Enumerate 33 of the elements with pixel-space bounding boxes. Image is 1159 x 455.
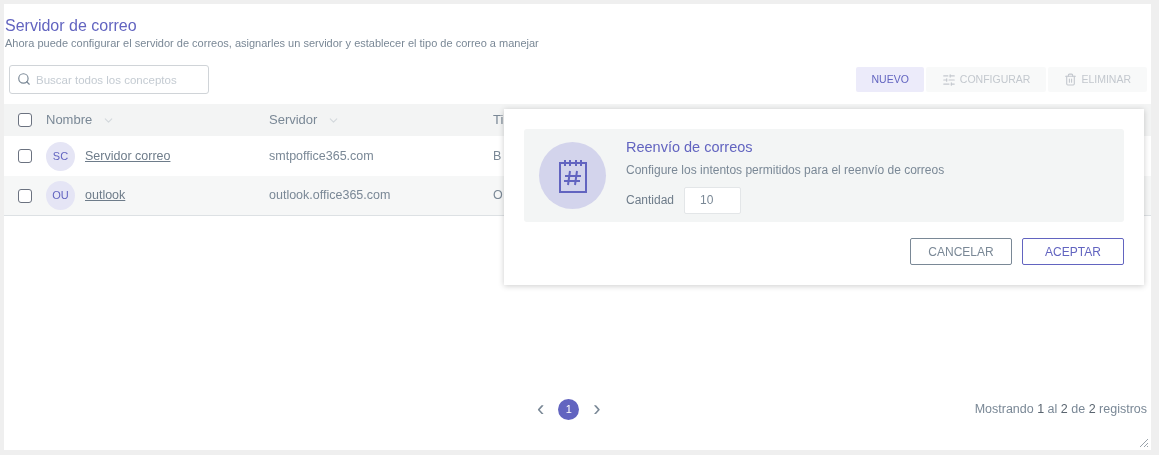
column-header[interactable]: Nombre — [46, 110, 93, 130]
popover-title: Reenvío de correos — [626, 137, 754, 156]
previous-page-button[interactable]: ‹ — [537, 399, 545, 419]
resize-handle-icon — [1137, 436, 1149, 448]
quantity-field[interactable]: 10 — [684, 186, 742, 214]
search-icon — [17, 72, 31, 86]
column-header[interactable]: Ti — [493, 110, 504, 130]
table-cell-text: smtpoffice365.com — [269, 147, 375, 165]
name-link[interactable]: Servidor correo — [85, 146, 171, 166]
search-field[interactable]: Buscar todos los conceptos — [9, 65, 209, 94]
page-subtitle: Ahora puede configurar el servidor de correos, asignarles un servidor y establecer el tipo de correo a manejar — [5, 36, 540, 50]
cancel-button[interactable]: CANCELAR — [910, 238, 1012, 265]
field-label: Cantidad — [626, 192, 675, 209]
avatar: SC — [46, 141, 75, 171]
table-cell-text: B — [493, 147, 503, 165]
table-cell-text: outlook.office365.com — [269, 187, 392, 205]
popover-description: Configure los intentos permitidos para el reenvío de correos — [626, 161, 945, 179]
sliders-icon — [941, 72, 956, 87]
page-title: Servidor de correo — [5, 16, 138, 36]
table-cell-text: O — [493, 187, 504, 205]
avatar: OU — [46, 181, 75, 210]
next-page-button[interactable]: › — [593, 399, 601, 419]
checkbox[interactable] — [18, 188, 32, 203]
notepad-hash-icon — [557, 157, 588, 194]
column-header[interactable]: Servidor — [269, 110, 318, 130]
new-button[interactable]: NUEVO — [856, 67, 924, 92]
trash-icon — [1064, 73, 1078, 86]
page-button[interactable]: 1 — [558, 398, 580, 420]
checkbox[interactable] — [18, 113, 32, 127]
name-link[interactable]: outlook — [85, 186, 126, 205]
records-summary: Mostrando 1 al 2 de 2 registros — [974, 400, 1147, 418]
checkbox[interactable] — [18, 149, 32, 163]
accept-button[interactable]: ACEPTAR — [1022, 238, 1124, 265]
